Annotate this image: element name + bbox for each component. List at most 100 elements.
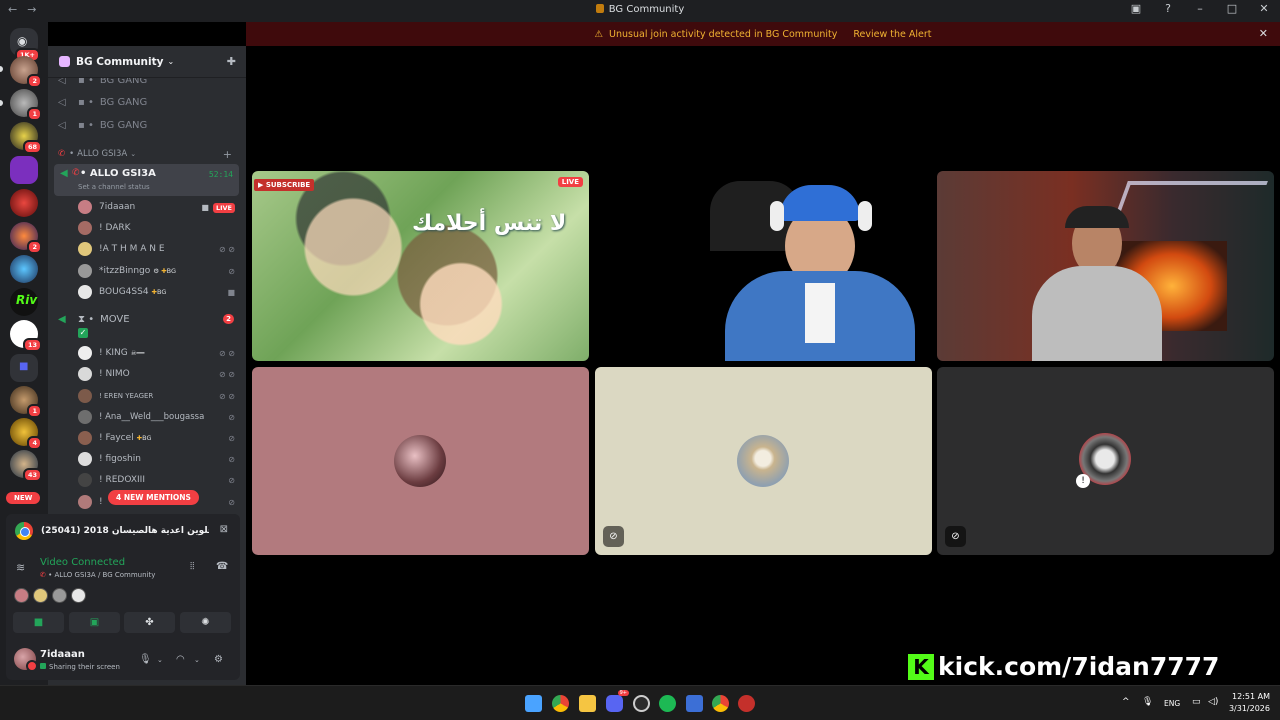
voice-user[interactable]: ! NIMO ⊘ ⊘ <box>78 365 238 383</box>
server-icon[interactable]: 13 <box>10 320 42 352</box>
avatar <box>394 435 446 487</box>
voice-user[interactable]: 7idaaan ■ LIVE <box>78 198 238 216</box>
camera-tile[interactable] <box>937 171 1274 361</box>
new-mentions-pill[interactable]: 4 NEW MENTIONS <box>108 490 199 505</box>
review-alert-link[interactable]: Review the Alert <box>853 29 931 40</box>
voice-user[interactable]: BOUG4SS4 ✚BG ■ <box>78 283 238 301</box>
server-icon[interactable]: 68 <box>10 122 42 154</box>
screen-share-button[interactable]: ▣ <box>69 612 120 633</box>
avatar <box>78 221 92 235</box>
close-window-icon[interactable]: ✕ <box>1256 2 1272 15</box>
soundboard-button[interactable]: ✺ <box>180 612 231 633</box>
kick-overlay: K kick.com/7idan7777 <box>908 652 1219 681</box>
phone-icon: ✆ <box>72 168 80 178</box>
voice-user[interactable]: ! EREN YEAGER ⊘ ⊘ <box>78 387 238 405</box>
headphones-icon[interactable]: ◠ <box>176 654 185 665</box>
chevron-down-icon[interactable]: ⌄ <box>157 656 163 664</box>
youtube-icon[interactable] <box>738 695 755 712</box>
warning-icon: ⚠ <box>594 28 604 40</box>
close-icon[interactable]: ✕ <box>1259 27 1268 40</box>
voice-status: ≋ Video Connected ✆ • ALLO GSI3A / BG Co… <box>16 557 229 579</box>
voice-user[interactable]: ! DARK <box>78 219 238 237</box>
voice-channel[interactable]: ◁ ▪ • BG GANG <box>58 93 240 111</box>
voice-user[interactable]: ! KING ☠━━ ⊘ ⊘ <box>78 344 238 362</box>
server-icon[interactable] <box>10 156 38 184</box>
server-icon[interactable]: Riv <box>10 288 38 316</box>
category-header[interactable]: ✆ • ALLO GSI3A ⌄ + <box>58 148 238 161</box>
discord-icon[interactable]: 9+ <box>606 690 629 712</box>
cap <box>780 185 860 221</box>
network-icon[interactable]: ▭ <box>1192 697 1201 707</box>
settings-gear-icon[interactable]: ⚙ <box>214 654 223 665</box>
server-header[interactable]: BG Community ⌄ ✚ <box>48 46 246 78</box>
camera-button[interactable]: ■ <box>13 612 64 633</box>
active-voice-channel[interactable]: ◀ ✆ • ALLO GSI3A Set a channel status 52… <box>54 164 239 196</box>
voice-user[interactable]: ! Faycel ✚BG ⊘ <box>78 429 238 447</box>
soundboard-icon: ✺ <box>201 617 210 628</box>
signal-icon[interactable]: ≋ <box>16 561 25 574</box>
clock-app-icon[interactable] <box>633 695 650 712</box>
new-unreads-pill[interactable]: NEW <box>6 492 41 504</box>
muted-icon: ⊘ <box>945 526 966 547</box>
noise-suppression-icon[interactable]: ⦙⦙ <box>190 561 194 572</box>
folder-icon[interactable]: ■ <box>10 354 38 382</box>
avatar <box>78 410 92 424</box>
volume-icon[interactable]: ◁) <box>1208 697 1218 707</box>
tray-expand-icon[interactable]: ^ <box>1122 697 1130 707</box>
add-channel-icon[interactable]: + <box>223 148 232 161</box>
spotify-icon[interactable] <box>659 695 676 712</box>
avatar <box>78 367 92 381</box>
microphone-icon[interactable]: 🎙 <box>139 654 152 665</box>
voice-user[interactable]: ! figoshin ⊘ <box>78 450 238 468</box>
current-user[interactable]: 7idaaan Sharing their screen 🎙 ⌄ ◠ ⌄ ⚙ <box>10 644 238 678</box>
clock[interactable]: 12:51 AM 3/31/2026 <box>1229 691 1270 715</box>
app-icon[interactable] <box>686 695 703 712</box>
headphones <box>770 201 784 231</box>
stream-tile[interactable]: ▶ SUBSCRIBE LIVE لا تنس أحلامك <box>252 171 589 361</box>
add-member-icon[interactable]: ✚ <box>227 55 236 68</box>
disconnect-icon[interactable]: ☎ <box>216 561 228 572</box>
screen-share-row[interactable]: (25041) 2018 شو حلوين اعدية هالصيسان ...… <box>6 514 240 548</box>
inbox-icon[interactable]: ▣ <box>1128 2 1144 15</box>
voice-user[interactable]: !A T H M A N E ⊘ ⊘ <box>78 240 238 258</box>
voice-user[interactable]: *itzzBinngo ⚙ ✚BG ⊘ <box>78 262 238 280</box>
language-indicator[interactable]: ENG <box>1164 699 1180 708</box>
screen-share-icon: ▣ <box>89 617 100 628</box>
server-icon[interactable]: 43 <box>10 450 42 482</box>
microphone-icon[interactable]: 🎙 <box>1142 697 1153 707</box>
participant-tile[interactable]: ! ⊘ <box>937 367 1274 555</box>
server-icon[interactable] <box>10 189 38 217</box>
stop-share-icon[interactable]: ⊠ <box>220 524 228 535</box>
chrome-icon[interactable] <box>712 695 729 712</box>
server-icon[interactable]: 2 <box>10 56 42 88</box>
server-icon[interactable]: 4 <box>10 418 42 450</box>
voice-channel-move[interactable]: ◀ ⧗ • MOVE 2 <box>58 310 240 328</box>
server-icon[interactable]: 1 <box>10 386 42 418</box>
minimize-icon[interactable]: – <box>1192 2 1208 15</box>
voice-user[interactable]: ! Ana__Weld___bougassa ⊘ <box>78 408 238 426</box>
maximize-icon[interactable]: □ <box>1224 2 1240 15</box>
stream-title: (25041) 2018 شو حلوين اعدية هالصيسان ... <box>41 526 209 536</box>
muted-icon: ⊘ <box>228 454 235 464</box>
server-icon[interactable] <box>10 255 38 283</box>
discord-home-icon[interactable]: ◉ 1K+ <box>10 28 40 62</box>
chrome-icon[interactable] <box>552 695 569 712</box>
participant-tile[interactable] <box>252 367 589 555</box>
voice-channel[interactable]: ◁ ▪ • BG GANG <box>58 116 240 134</box>
avatar <box>78 452 92 466</box>
voice-user[interactable]: ! REDOXIII ⊘ <box>78 471 238 489</box>
camera-tile[interactable] <box>600 171 930 361</box>
camera-icon: ■ <box>201 202 209 212</box>
chevron-down-icon[interactable]: ⌄ <box>194 656 200 664</box>
server-icon[interactable]: 2 <box>10 222 42 254</box>
file-explorer-icon[interactable] <box>579 695 596 712</box>
server-icon <box>595 4 604 13</box>
channel-status[interactable]: Set a channel status <box>78 183 150 191</box>
server-icon[interactable]: 1 <box>10 89 42 121</box>
activities-button[interactable]: ✤ <box>124 612 175 633</box>
windows-start-icon[interactable] <box>525 695 542 712</box>
participant-tile[interactable]: ⊘ <box>595 367 932 555</box>
avatar <box>52 588 67 603</box>
muted-icon: ⊘ <box>228 433 235 443</box>
help-icon[interactable]: ? <box>1160 2 1176 15</box>
